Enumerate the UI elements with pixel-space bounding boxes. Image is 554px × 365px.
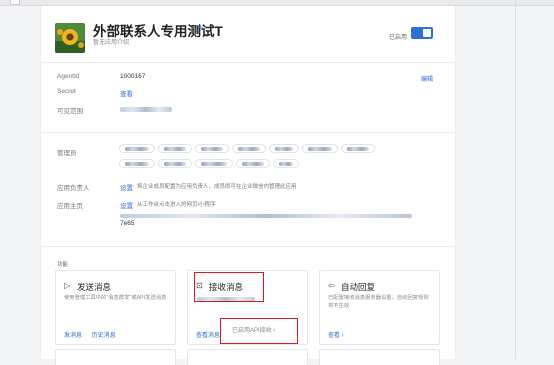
edit-link[interactable]: 编辑: [421, 74, 433, 83]
owner-hint: 将企业成员配置为应用负责人，成员即可在企业微信内管理此应用: [137, 184, 297, 190]
enable-toggle[interactable]: [411, 27, 433, 39]
divider: [41, 62, 457, 63]
features-section-title: 功能: [57, 262, 69, 268]
highlight-box: [220, 318, 298, 344]
homepage-hint: 从工作台点击进入的网页/小程序: [137, 202, 216, 208]
feature-actions: 发消息 历史消息: [64, 330, 124, 339]
admin-chip[interactable]: [158, 144, 192, 153]
view-link[interactable]: 查看 ›: [328, 333, 344, 339]
highlight-box: [194, 272, 264, 302]
secret-label: Secret: [57, 88, 76, 95]
edit-name-icon[interactable]: ✎: [198, 24, 205, 33]
app-logo: [55, 23, 85, 53]
feature-card-send-message[interactable]: ▷ 发送消息 使用管理工具中的"消息群发"或API发送消息 发消息 历史消息: [55, 270, 176, 345]
window-tab[interactable]: [10, 0, 20, 5]
secret-view-link[interactable]: 查看: [120, 88, 133, 98]
divider: [41, 132, 457, 133]
feature-card[interactable]: [187, 349, 308, 365]
owner-label: 应用负责人: [57, 185, 90, 192]
homepage-label: 应用主页: [57, 203, 83, 210]
feature-card[interactable]: [55, 349, 176, 365]
admin-chip[interactable]: [341, 144, 375, 153]
agentid-value: 1000167: [120, 73, 146, 80]
feature-card[interactable]: [319, 349, 440, 365]
send-message-link[interactable]: 发消息: [64, 333, 82, 339]
feature-name: 自动回复: [341, 282, 376, 292]
visible-range-blurred: [120, 107, 172, 112]
scrollbar-track[interactable]: [515, 0, 516, 359]
view-message-link[interactable]: 查看消息: [196, 333, 220, 339]
admin-chip[interactable]: [119, 159, 155, 168]
feature-description: 使用管理工具中的"消息群发"或API发送消息: [64, 295, 167, 301]
owner-set-link[interactable]: 设置: [120, 182, 133, 192]
history-message-link[interactable]: 历史消息: [92, 333, 116, 339]
send-icon: ▷: [64, 281, 71, 290]
feature-description: 已配置接收消息服务器设置，自动回复规则将不生效: [328, 295, 429, 309]
homepage-url-suffix: 7e65: [120, 220, 135, 227]
admin-chip[interactable]: [269, 144, 299, 153]
homepage-set-link[interactable]: 设置: [120, 200, 133, 210]
divider: [41, 246, 457, 247]
admin-chip[interactable]: [302, 144, 338, 153]
admin-chip[interactable]: [232, 144, 266, 153]
feature-card-auto-reply[interactable]: ⇦ 自动回复 已配置接收消息服务器设置，自动回复规则将不生效 查看 ›: [319, 270, 440, 345]
app-description: 暂无应用介绍: [93, 40, 130, 46]
admin-chip[interactable]: [273, 159, 299, 168]
enabled-status-label: 已启用: [389, 35, 408, 41]
admin-chip[interactable]: [119, 144, 155, 153]
feature-name: 发送消息: [77, 282, 112, 292]
agentid-label: AgentId: [57, 73, 80, 80]
feature-actions: 查看 ›: [328, 330, 352, 339]
app-detail-panel: 外部联系人专用测试T ✎ 暂无应用介绍 已启用 AgentId 1000167 …: [40, 6, 457, 365]
admin-chip[interactable]: [236, 159, 270, 168]
reply-icon: ⇦: [328, 281, 335, 290]
admin-chip[interactable]: [158, 159, 192, 168]
visible-range-label: 可见范围: [57, 108, 83, 115]
admin-label: 管理员: [57, 150, 77, 157]
homepage-url-blurred: [120, 214, 412, 218]
admin-chip[interactable]: [195, 144, 229, 153]
admin-chip[interactable]: [195, 159, 233, 168]
